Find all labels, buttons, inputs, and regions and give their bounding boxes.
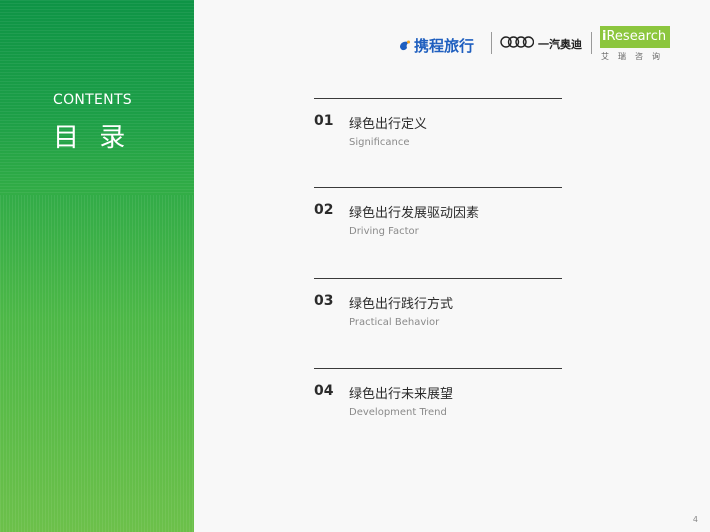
- ctrip-logo: 携程旅行: [398, 35, 474, 56]
- iresearch-logo-text: Research: [606, 29, 667, 44]
- ctrip-logo-text: 携程旅行: [414, 37, 475, 55]
- toc-number: 04: [314, 383, 334, 399]
- toc-title-cn: 绿色出行定义: [349, 117, 428, 132]
- page-number: 4: [692, 515, 698, 524]
- iresearch-logo: iResearch: [600, 26, 671, 48]
- toc-title-cn: 绿色出行发展驱动因素: [349, 206, 480, 221]
- partner-logos: 携程旅行 一汽奥迪 iResearch 艾瑞咨询: [398, 26, 678, 66]
- toc-number: 03: [314, 293, 334, 309]
- contents-label: CONTENTS: [53, 92, 132, 108]
- toc-number: 01: [314, 113, 334, 129]
- audi-rings-icon: [500, 36, 534, 48]
- contents-title: 目 录: [53, 123, 132, 153]
- toc-title-en: Practical Behavior: [349, 317, 440, 328]
- logo-divider: [491, 32, 492, 54]
- toc-divider: [314, 98, 562, 99]
- ctrip-dolphin-icon: [400, 40, 410, 50]
- toc-title-en: Development Trend: [349, 407, 447, 418]
- toc-divider: [314, 187, 562, 188]
- audi-logo-text: 一汽奥迪: [538, 38, 582, 51]
- toc-divider: [314, 278, 562, 279]
- toc-title-cn: 绿色出行未来展望: [349, 387, 454, 402]
- toc-divider: [314, 368, 562, 369]
- toc-number: 02: [314, 202, 334, 218]
- logo-divider: [591, 32, 592, 54]
- toc-title-cn: 绿色出行践行方式: [349, 297, 454, 312]
- iresearch-cn-text: 艾瑞咨询: [601, 52, 669, 61]
- toc-title-en: Significance: [349, 137, 410, 148]
- left-green-panel: CONTENTS 目 录: [0, 0, 194, 532]
- toc-title-en: Driving Factor: [349, 226, 419, 237]
